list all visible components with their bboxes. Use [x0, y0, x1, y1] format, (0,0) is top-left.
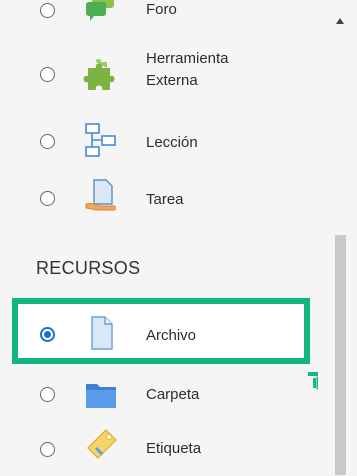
list-item-carpeta[interactable]: Carpeta [0, 364, 320, 420]
label-leccion: Lección [146, 134, 198, 151]
lesson-flowchart-icon [85, 123, 116, 157]
label-carpeta: Carpeta [146, 386, 200, 403]
puzzle-piece-icon [83, 59, 115, 90]
scrollbar-thumb[interactable] [335, 235, 346, 475]
label-archivo: Archivo [146, 327, 197, 344]
radio-tarea[interactable] [40, 191, 55, 206]
radio-foro[interactable] [40, 3, 55, 18]
label-herramienta-externa: Herramienta Externa [146, 50, 229, 89]
list-item-herramienta-externa[interactable]: Herramienta Externa [0, 48, 320, 104]
list-item-leccion[interactable]: Lección [0, 115, 320, 171]
list-item-etiqueta[interactable]: Etiqueta [0, 420, 320, 476]
label-foro: Foro [146, 1, 177, 18]
radio-herramienta-externa[interactable] [40, 67, 55, 82]
label-etiqueta: Etiqueta [146, 440, 202, 457]
scroll-up-arrow-icon[interactable] [336, 18, 344, 24]
activity-chooser-panel: Foro Herramienta Externa Lección Tarea R… [0, 0, 357, 475]
label-tarea: Tarea [146, 191, 184, 208]
radio-etiqueta[interactable] [40, 442, 55, 457]
section-heading-recursos: RECURSOS [36, 258, 141, 278]
assignment-hand-document-icon [85, 179, 116, 211]
radio-archivo[interactable] [40, 327, 55, 342]
tag-icon [87, 429, 117, 459]
file-icon [91, 316, 113, 350]
radio-leccion[interactable] [40, 134, 55, 149]
list-item-archivo[interactable]: Archivo [0, 304, 320, 360]
list-item-foro[interactable]: Foro [0, 0, 320, 26]
forum-icon [86, 0, 114, 21]
folder-icon [86, 384, 116, 408]
radio-carpeta[interactable] [40, 387, 55, 402]
list-item-tarea[interactable]: Tarea [0, 172, 320, 228]
activity-list: Foro Herramienta Externa Lección Tarea R… [0, 0, 320, 475]
